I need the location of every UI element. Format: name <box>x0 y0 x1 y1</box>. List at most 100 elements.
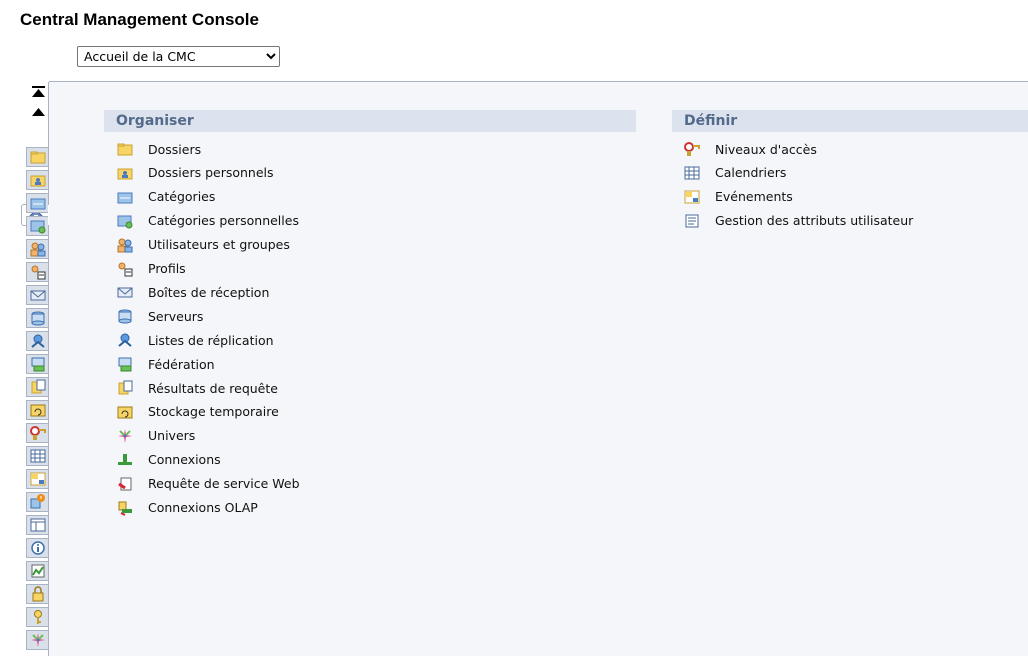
definir-item[interactable]: Niveaux d'accès <box>684 139 817 159</box>
left-tab-category[interactable] <box>26 193 48 213</box>
definir-item[interactable]: Evénements <box>684 187 793 207</box>
users-groups-icon <box>30 242 45 257</box>
left-tab-monitoring[interactable] <box>26 561 48 581</box>
item-label[interactable]: Catégories <box>148 189 215 204</box>
scroll-to-top-button[interactable] <box>31 86 45 98</box>
item-icon-wrap <box>117 380 133 396</box>
organiser-item[interactable]: Stockage temporaire <box>117 402 279 422</box>
left-tab-events[interactable] <box>26 469 48 489</box>
left-tab-lock[interactable] <box>26 584 48 604</box>
key-icon <box>33 610 42 624</box>
left-tab-universe[interactable] <box>26 630 48 650</box>
profiles-icon <box>118 262 133 276</box>
left-tab-query-results[interactable] <box>26 377 48 397</box>
servers-icon <box>31 311 44 326</box>
navigation-dropdown[interactable]: Accueil de la CMC <box>77 46 280 67</box>
left-tab-info[interactable] <box>26 538 48 558</box>
left-tab-key[interactable] <box>26 607 48 627</box>
organiser-item[interactable]: Boîtes de réception <box>117 282 269 302</box>
left-tab-servers[interactable] <box>26 308 48 328</box>
organiser-item[interactable]: Résultats de requête <box>117 378 278 398</box>
olap-connections-icon <box>118 501 132 516</box>
category-icon <box>117 192 133 204</box>
organiser-item[interactable]: Utilisateurs et groupes <box>117 235 290 255</box>
definir-item[interactable]: Gestion des attributs utilisateur <box>684 211 913 231</box>
item-label[interactable]: Serveurs <box>148 309 203 324</box>
item-label[interactable]: Résultats de requête <box>148 381 278 396</box>
item-icon-wrap <box>117 404 133 420</box>
category-icon <box>30 198 45 210</box>
left-tab-access-levels[interactable] <box>26 423 48 443</box>
item-label[interactable]: Catégories personnelles <box>148 213 299 228</box>
item-icon-wrap <box>117 141 133 157</box>
item-label[interactable]: Profils <box>148 261 186 276</box>
item-label[interactable]: Connexions <box>148 452 221 467</box>
item-icon-wrap <box>117 428 133 444</box>
item-icon-wrap <box>684 213 700 229</box>
replication-icon <box>30 334 45 348</box>
lock-icon <box>32 586 43 602</box>
item-label[interactable]: Evénements <box>715 189 793 204</box>
profiles-icon <box>31 265 45 280</box>
item-icon-wrap <box>117 213 133 229</box>
federation-icon <box>31 357 44 372</box>
access-levels-icon <box>684 142 700 156</box>
left-tab-table[interactable] <box>26 515 48 535</box>
left-tab-temp-storage[interactable] <box>26 400 48 420</box>
item-label[interactable]: Niveaux d'accès <box>715 142 817 157</box>
query-results-icon <box>118 380 133 395</box>
item-label[interactable]: Dossiers personnels <box>148 165 274 180</box>
item-label[interactable]: Fédération <box>148 357 215 372</box>
item-label[interactable]: Stockage temporaire <box>148 404 279 419</box>
item-label[interactable]: Requête de service Web <box>148 476 300 491</box>
organiser-item[interactable]: Dossiers <box>117 139 201 159</box>
info-icon <box>30 541 45 555</box>
organiser-item[interactable]: Catégories <box>117 187 215 207</box>
folder-icon <box>117 143 133 156</box>
definir-header: Définir <box>672 110 1028 132</box>
web-service-icon <box>118 477 132 491</box>
temp-storage-icon <box>117 406 133 419</box>
item-icon-wrap <box>117 500 133 516</box>
organiser-item[interactable]: Connexions OLAP <box>117 498 258 518</box>
organiser-item[interactable]: Serveurs <box>117 306 203 326</box>
item-label[interactable]: Gestion des attributs utilisateur <box>715 213 913 228</box>
item-icon-wrap <box>684 141 700 157</box>
organiser-item[interactable]: Listes de réplication <box>117 330 274 350</box>
organiser-item[interactable]: Catégories personnelles <box>117 211 299 231</box>
item-label[interactable]: Boîtes de réception <box>148 285 269 300</box>
query-results-icon <box>31 379 45 394</box>
left-tab-inbox[interactable] <box>26 285 48 305</box>
left-tab-personal-folder[interactable] <box>26 170 48 190</box>
left-tab-calendar[interactable] <box>26 446 48 466</box>
left-tab-personal-category[interactable] <box>26 216 48 236</box>
left-tab-federation[interactable] <box>26 354 48 374</box>
item-label[interactable]: Listes de réplication <box>148 333 274 348</box>
inbox-icon <box>30 290 45 301</box>
left-tab-users-groups[interactable] <box>26 239 48 259</box>
organiser-item[interactable]: Connexions <box>117 450 221 470</box>
organiser-item[interactable]: Univers <box>117 426 195 446</box>
left-tab-replication[interactable] <box>26 331 48 351</box>
page-title: Central Management Console <box>20 10 259 29</box>
folder-icon <box>30 151 45 164</box>
item-label[interactable]: Dossiers <box>148 142 201 157</box>
item-icon-wrap <box>117 189 133 205</box>
organiser-item[interactable]: Dossiers personnels <box>117 163 274 183</box>
organiser-item[interactable]: Requête de service Web <box>117 474 300 494</box>
definir-item[interactable]: Calendriers <box>684 163 786 183</box>
item-label[interactable]: Univers <box>148 428 195 443</box>
access-levels-icon <box>29 426 46 440</box>
item-label[interactable]: Calendriers <box>715 165 786 180</box>
item-label[interactable]: Connexions OLAP <box>148 500 258 515</box>
personal-category-icon <box>30 220 45 234</box>
scroll-up-button[interactable] <box>31 106 45 118</box>
item-icon-wrap <box>117 452 133 468</box>
left-tab-folder[interactable] <box>26 147 48 167</box>
left-tab-alert[interactable] <box>26 492 48 512</box>
organiser-item[interactable]: Fédération <box>117 354 215 374</box>
item-label[interactable]: Utilisateurs et groupes <box>148 237 290 252</box>
left-tab-profiles[interactable] <box>26 262 48 282</box>
item-icon-wrap <box>117 332 133 348</box>
organiser-item[interactable]: Profils <box>117 259 186 279</box>
